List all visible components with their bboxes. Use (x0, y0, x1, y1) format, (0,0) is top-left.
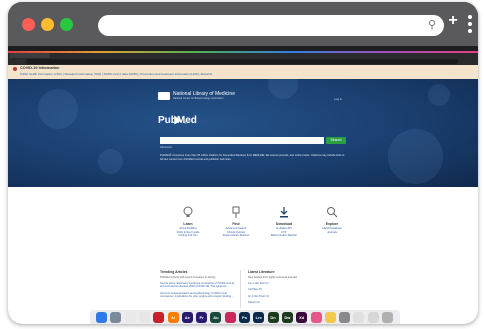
inner-address-field[interactable] (26, 59, 458, 64)
trending-description: PubMed records with recent increases in … (160, 276, 216, 279)
journal-link[interactable]: Cell Rep (5) (248, 288, 328, 291)
feature-learn: Learn About PubMed FAQs & User Guide Fin… (163, 205, 213, 238)
address-bar[interactable]: ⚲ (98, 15, 444, 36)
premiere-icon[interactable]: Pr (196, 312, 208, 323)
org-subtitle: National Center for Biotechnology Inform… (173, 97, 224, 100)
search-icon[interactable]: ⚲ (428, 18, 436, 31)
finder-icon[interactable] (96, 312, 107, 323)
indesign-icon[interactable] (224, 312, 236, 323)
preview-icon[interactable] (353, 312, 365, 323)
inner-address-row (8, 58, 478, 65)
learn-icon (181, 205, 195, 219)
login-link[interactable]: Log in (334, 97, 342, 101)
chrome-icon[interactable] (124, 312, 136, 323)
feature-download: Download E-utilities API FTP Batch Citat… (259, 205, 309, 238)
app-icon[interactable] (310, 312, 322, 323)
feature-title: Learn (183, 222, 193, 226)
covid-banner: COVID-19 Information Public health infor… (8, 65, 478, 79)
dreamweaver-icon[interactable]: Dw (281, 312, 293, 323)
safari-icon[interactable] (138, 312, 150, 323)
journal-link[interactable]: Nature (4) (248, 301, 328, 304)
dimension-icon[interactable]: Dn (267, 312, 279, 323)
feature-link[interactable]: Journals (307, 231, 357, 235)
journal-link[interactable]: Int J Clin Pract (1) (248, 295, 328, 298)
browser-chrome: ⚲ + (8, 2, 478, 46)
latest-description: New articles from highly accessed journa… (248, 276, 298, 279)
lightroom-icon[interactable]: Lrc (253, 312, 265, 323)
advanced-search-link[interactable]: Advanced (160, 146, 172, 149)
xd-icon[interactable]: Xd (296, 312, 308, 323)
search-button[interactable]: Search (326, 137, 346, 144)
column-divider (240, 270, 241, 308)
journal-link[interactable]: Am J Clin Nutr (1) (248, 282, 328, 285)
pubmed-search-input[interactable] (160, 137, 324, 144)
find-icon (229, 205, 243, 219)
trash-icon[interactable] (382, 312, 393, 323)
trending-article-link[interactable]: Genomic characterisation and epidemiolog… (160, 292, 236, 299)
browser-window: ⚲ + COVID-19 Information Public health i… (8, 2, 478, 324)
feature-link[interactable]: Batch Citation Matcher (259, 234, 309, 238)
banner-links[interactable]: Public health information (CDC) | Resear… (20, 72, 212, 76)
close-window-button[interactable] (22, 18, 35, 31)
screen-content: COVID-19 Information Public health infor… (8, 46, 478, 324)
address-input[interactable] (108, 18, 408, 33)
new-tab-button[interactable]: + (446, 12, 460, 30)
features-section: Learn About PubMed FAQs & User Guide Fin… (8, 187, 478, 262)
nlm-logo-icon[interactable] (158, 92, 170, 100)
feature-title: Find (232, 222, 240, 226)
latest-heading: Latest Literature (248, 270, 275, 274)
feature-title: Explore (325, 222, 339, 226)
launchpad-icon[interactable] (110, 312, 122, 323)
audition-icon[interactable]: Au (210, 312, 222, 323)
trending-column: Trending Articles PubMed records with re… (160, 270, 236, 302)
feature-find: Find Advanced Search Clinical Queries Si… (211, 205, 261, 238)
notes-icon[interactable] (324, 312, 336, 323)
trending-heading: Trending Articles (160, 270, 188, 274)
feature-explore: Explore MeSH Database Journals (307, 205, 357, 234)
minimize-window-button[interactable] (41, 18, 54, 31)
pubmed-logo-suffix: .gov (183, 119, 191, 124)
feature-link[interactable]: Finding Full Text (163, 234, 213, 238)
settings-icon[interactable] (339, 312, 351, 323)
macos-dock: Ai Ae Pr Au Ps Lrc Dn Dw Xd (90, 310, 400, 324)
more-options-icon[interactable] (468, 15, 472, 36)
trending-article-link[interactable]: Severe acute respiratory syndrome corona… (160, 282, 236, 289)
latest-column: Latest Literature New articles from high… (248, 270, 328, 308)
feature-title: Download (275, 222, 293, 226)
explore-icon (325, 205, 339, 219)
folder-icon[interactable] (367, 312, 379, 323)
articles-section: Trending Articles PubMed records with re… (8, 262, 478, 311)
banner-title: COVID-19 Information (20, 66, 60, 70)
photoshop-icon[interactable]: Ps (239, 312, 250, 323)
maximize-window-button[interactable] (60, 18, 73, 31)
acrobat-icon[interactable] (153, 312, 165, 323)
system-menu-bar (8, 46, 478, 53)
hero-section: National Library of Medicine National Ce… (8, 79, 478, 187)
download-icon (277, 205, 291, 219)
illustrator-icon[interactable]: Ai (167, 312, 179, 323)
feature-link[interactable]: Single Citation Matcher (211, 234, 261, 238)
after-effects-icon[interactable]: Ae (181, 312, 193, 323)
pubmed-description: PubMed® comprises more than 35 million c… (160, 154, 345, 161)
alert-icon (13, 67, 17, 71)
